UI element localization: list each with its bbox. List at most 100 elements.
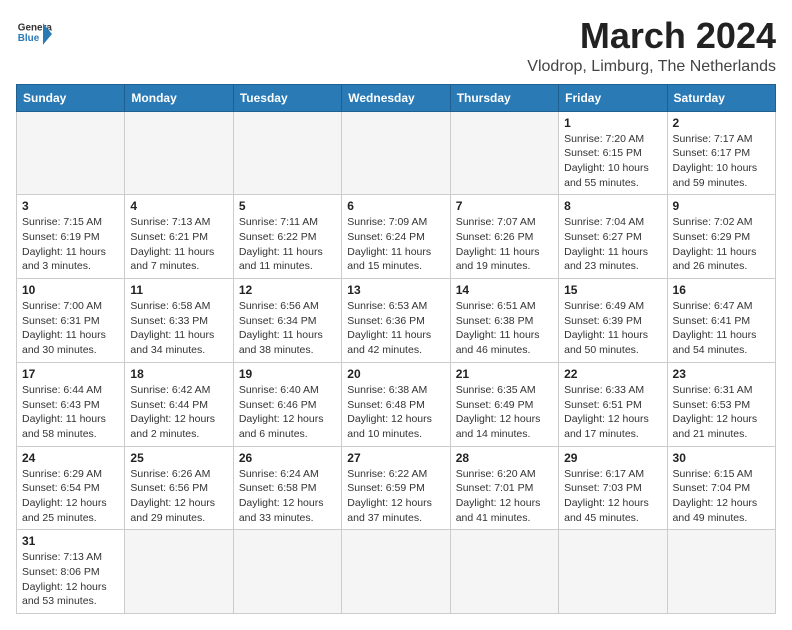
day-number: 13 (347, 283, 444, 297)
day-number: 15 (564, 283, 661, 297)
day-info: Sunrise: 7:13 AM Sunset: 6:21 PM Dayligh… (130, 215, 227, 274)
day-info: Sunrise: 6:22 AM Sunset: 6:59 PM Dayligh… (347, 467, 444, 526)
svg-text:Blue: Blue (18, 33, 40, 44)
day-number: 25 (130, 451, 227, 465)
day-number: 1 (564, 116, 661, 130)
day-number: 4 (130, 199, 227, 213)
day-number: 22 (564, 367, 661, 381)
calendar-week-row: 17 Sunrise: 6:44 AM Sunset: 6:43 PM Dayli… (17, 362, 776, 446)
day-info: Sunrise: 7:15 AM Sunset: 6:19 PM Dayligh… (22, 215, 119, 274)
day-number: 29 (564, 451, 661, 465)
day-info: Sunrise: 7:11 AM Sunset: 6:22 PM Dayligh… (239, 215, 336, 274)
day-info: Sunrise: 7:09 AM Sunset: 6:24 PM Dayligh… (347, 215, 444, 274)
day-number: 11 (130, 283, 227, 297)
day-info: Sunrise: 6:58 AM Sunset: 6:33 PM Dayligh… (130, 299, 227, 358)
day-number: 28 (456, 451, 553, 465)
day-number: 24 (22, 451, 119, 465)
day-info: Sunrise: 7:00 AM Sunset: 6:31 PM Dayligh… (22, 299, 119, 358)
calendar-cell (17, 111, 125, 195)
day-info: Sunrise: 6:33 AM Sunset: 6:51 PM Dayligh… (564, 383, 661, 442)
calendar-cell: 3 Sunrise: 7:15 AM Sunset: 6:19 PM Daylig… (17, 195, 125, 279)
day-number: 20 (347, 367, 444, 381)
weekday-header: Tuesday (233, 84, 341, 111)
calendar-cell: 12Sunrise: 6:56 AM Sunset: 6:34 PM Dayli… (233, 279, 341, 363)
day-number: 10 (22, 283, 119, 297)
day-info: Sunrise: 7:20 AM Sunset: 6:15 PM Dayligh… (564, 132, 661, 191)
weekday-header: Saturday (667, 84, 775, 111)
calendar-cell: 15 Sunrise: 6:49 AM Sunset: 6:39 PM Dayli… (559, 279, 667, 363)
day-info: Sunrise: 6:44 AM Sunset: 6:43 PM Dayligh… (22, 383, 119, 442)
calendar-cell (233, 111, 341, 195)
day-number: 14 (456, 283, 553, 297)
calendar-cell: 31Sunrise: 7:13 AM Sunset: 8:06 PM Dayli… (17, 530, 125, 614)
weekday-header: Monday (125, 84, 233, 111)
calendar-cell: 26Sunrise: 6:24 AM Sunset: 6:58 PM Dayli… (233, 446, 341, 530)
calendar-cell: 16Sunrise: 6:47 AM Sunset: 6:41 PM Dayli… (667, 279, 775, 363)
calendar-cell: 28 Sunrise: 6:20 AM Sunset: 7:01 PM Dayli… (450, 446, 558, 530)
day-info: Sunrise: 6:35 AM Sunset: 6:49 PM Dayligh… (456, 383, 553, 442)
day-info: Sunrise: 6:24 AM Sunset: 6:58 PM Dayligh… (239, 467, 336, 526)
day-number: 12 (239, 283, 336, 297)
day-info: Sunrise: 6:29 AM Sunset: 6:54 PM Dayligh… (22, 467, 119, 526)
calendar-cell (450, 111, 558, 195)
calendar-cell (450, 530, 558, 614)
calendar-cell: 27Sunrise: 6:22 AM Sunset: 6:59 PM Dayli… (342, 446, 450, 530)
day-info: Sunrise: 6:53 AM Sunset: 6:36 PM Dayligh… (347, 299, 444, 358)
calendar-cell: 29 Sunrise: 6:17 AM Sunset: 7:03 PM Dayli… (559, 446, 667, 530)
month-title: March 2024 (527, 16, 776, 56)
day-info: Sunrise: 7:17 AM Sunset: 6:17 PM Dayligh… (673, 132, 770, 191)
calendar-cell: 17 Sunrise: 6:44 AM Sunset: 6:43 PM Dayli… (17, 362, 125, 446)
day-number: 5 (239, 199, 336, 213)
page-header: General Blue March 2024 Vlodrop, Limburg… (16, 16, 776, 76)
calendar-cell (342, 530, 450, 614)
calendar-cell: 8Sunrise: 7:04 AM Sunset: 6:27 PM Daylig… (559, 195, 667, 279)
calendar-cell: 13 Sunrise: 6:53 AM Sunset: 6:36 PM Dayli… (342, 279, 450, 363)
day-number: 9 (673, 199, 770, 213)
calendar-cell (667, 530, 775, 614)
calendar-cell: 24 Sunrise: 6:29 AM Sunset: 6:54 PM Dayli… (17, 446, 125, 530)
calendar-cell: 5 Sunrise: 7:11 AM Sunset: 6:22 PM Daylig… (233, 195, 341, 279)
calendar-cell: 22 Sunrise: 6:33 AM Sunset: 6:51 PM Dayli… (559, 362, 667, 446)
day-info: Sunrise: 6:47 AM Sunset: 6:41 PM Dayligh… (673, 299, 770, 358)
day-info: Sunrise: 6:20 AM Sunset: 7:01 PM Dayligh… (456, 467, 553, 526)
calendar-cell: 30 Sunrise: 6:15 AM Sunset: 7:04 PM Dayli… (667, 446, 775, 530)
day-number: 18 (130, 367, 227, 381)
day-info: Sunrise: 7:02 AM Sunset: 6:29 PM Dayligh… (673, 215, 770, 274)
day-info: Sunrise: 6:15 AM Sunset: 7:04 PM Dayligh… (673, 467, 770, 526)
day-info: Sunrise: 7:07 AM Sunset: 6:26 PM Dayligh… (456, 215, 553, 274)
day-info: Sunrise: 6:26 AM Sunset: 6:56 PM Dayligh… (130, 467, 227, 526)
day-number: 17 (22, 367, 119, 381)
day-number: 23 (673, 367, 770, 381)
day-info: Sunrise: 6:31 AM Sunset: 6:53 PM Dayligh… (673, 383, 770, 442)
calendar-cell: 14Sunrise: 6:51 AM Sunset: 6:38 PM Dayli… (450, 279, 558, 363)
day-info: Sunrise: 6:40 AM Sunset: 6:46 PM Dayligh… (239, 383, 336, 442)
calendar-cell: 19 Sunrise: 6:40 AM Sunset: 6:46 PM Dayli… (233, 362, 341, 446)
calendar-cell: 2Sunrise: 7:17 AM Sunset: 6:17 PM Daylig… (667, 111, 775, 195)
calendar-cell: 11 Sunrise: 6:58 AM Sunset: 6:33 PM Dayli… (125, 279, 233, 363)
calendar-cell: 10 Sunrise: 7:00 AM Sunset: 6:31 PM Dayli… (17, 279, 125, 363)
day-number: 21 (456, 367, 553, 381)
calendar-cell: 21 Sunrise: 6:35 AM Sunset: 6:49 PM Dayli… (450, 362, 558, 446)
calendar-cell: 1 Sunrise: 7:20 AM Sunset: 6:15 PM Daylig… (559, 111, 667, 195)
logo-icon: General Blue (16, 16, 52, 52)
day-number: 7 (456, 199, 553, 213)
weekday-header: Friday (559, 84, 667, 111)
day-number: 30 (673, 451, 770, 465)
day-info: Sunrise: 6:38 AM Sunset: 6:48 PM Dayligh… (347, 383, 444, 442)
calendar-cell: 20 Sunrise: 6:38 AM Sunset: 6:48 PM Dayli… (342, 362, 450, 446)
day-info: Sunrise: 6:49 AM Sunset: 6:39 PM Dayligh… (564, 299, 661, 358)
calendar-cell (342, 111, 450, 195)
location-title: Vlodrop, Limburg, The Netherlands (527, 58, 776, 76)
day-number: 31 (22, 534, 119, 548)
day-number: 3 (22, 199, 119, 213)
calendar-cell: 23 Sunrise: 6:31 AM Sunset: 6:53 PM Dayli… (667, 362, 775, 446)
calendar-cell (125, 111, 233, 195)
day-number: 19 (239, 367, 336, 381)
calendar-table: SundayMondayTuesdayWednesdayThursdayFrid… (16, 84, 776, 615)
calendar-cell (125, 530, 233, 614)
calendar-cell (559, 530, 667, 614)
weekday-header: Wednesday (342, 84, 450, 111)
day-info: Sunrise: 6:17 AM Sunset: 7:03 PM Dayligh… (564, 467, 661, 526)
calendar-cell (233, 530, 341, 614)
day-info: Sunrise: 6:42 AM Sunset: 6:44 PM Dayligh… (130, 383, 227, 442)
